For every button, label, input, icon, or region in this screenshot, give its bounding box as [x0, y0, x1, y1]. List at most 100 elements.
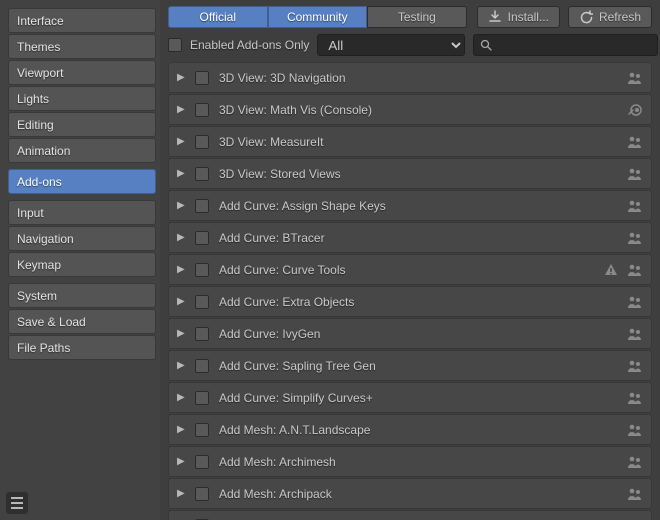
disclosure-triangle-icon[interactable]: ▶ [177, 136, 189, 147]
sidebar-item-save-load[interactable]: Save & Load [8, 309, 156, 334]
community-icon [627, 326, 643, 342]
addon-label: Add Mesh: A.N.T.Landscape [219, 423, 627, 437]
addon-enable-checkbox[interactable] [195, 487, 209, 501]
sidebar-item-add-ons[interactable]: Add-ons [8, 169, 156, 194]
community-icon [627, 70, 643, 86]
addon-row: ▶Add Mesh: BlenderKit Asset Library [168, 510, 652, 520]
disclosure-triangle-icon[interactable]: ▶ [177, 72, 189, 83]
addon-enable-checkbox[interactable] [195, 71, 209, 85]
addon-enable-checkbox[interactable] [195, 199, 209, 213]
addon-status-icons [627, 230, 643, 246]
addon-status-icons [603, 262, 643, 278]
support-tab-testing[interactable]: Testing [367, 6, 467, 28]
disclosure-triangle-icon[interactable]: ▶ [177, 488, 189, 499]
refresh-button[interactable]: Refresh [568, 6, 652, 28]
sidebar-item-lights[interactable]: Lights [8, 86, 156, 111]
addon-row: ▶Add Curve: BTracer [168, 222, 652, 253]
addon-enable-checkbox[interactable] [195, 231, 209, 245]
addon-enable-checkbox[interactable] [195, 263, 209, 277]
community-icon [627, 198, 643, 214]
disclosure-triangle-icon[interactable]: ▶ [177, 264, 189, 275]
disclosure-triangle-icon[interactable]: ▶ [177, 328, 189, 339]
download-icon [488, 10, 502, 24]
refresh-label: Refresh [599, 7, 641, 27]
addon-enable-checkbox[interactable] [195, 167, 209, 181]
addon-row: ▶ Add Curve: Curve Tools [168, 254, 652, 285]
sidebar-item-input[interactable]: Input [8, 200, 156, 225]
support-tab-community[interactable]: Community [268, 6, 368, 28]
community-icon [627, 422, 643, 438]
preferences-sidebar: InterfaceThemesViewportLightsEditingAnim… [0, 0, 160, 520]
addon-row: ▶ 3D View: MeasureIt [168, 126, 652, 157]
addon-row: ▶ Add Mesh: Archipack [168, 478, 652, 509]
community-icon [627, 262, 643, 278]
disclosure-triangle-icon[interactable]: ▶ [177, 456, 189, 467]
addon-enable-checkbox[interactable] [195, 135, 209, 149]
addon-status-icons [627, 358, 643, 374]
addon-label: 3D View: MeasureIt [219, 135, 627, 149]
sidebar-item-interface[interactable]: Interface [8, 8, 156, 33]
addon-label: Add Curve: Sapling Tree Gen [219, 359, 627, 373]
disclosure-triangle-icon[interactable]: ▶ [177, 168, 189, 179]
warning-icon [603, 262, 619, 278]
addon-row: ▶3D View: Stored Views [168, 158, 652, 189]
sidebar-item-editing[interactable]: Editing [8, 112, 156, 137]
addon-enable-checkbox[interactable] [195, 423, 209, 437]
community-icon [627, 486, 643, 502]
addon-label: Add Curve: Curve Tools [219, 263, 603, 277]
category-select[interactable]: All [317, 34, 465, 56]
addon-label: Add Mesh: Archipack [219, 487, 627, 501]
addon-status-icons [627, 422, 643, 438]
sidebar-item-themes[interactable]: Themes [8, 34, 156, 59]
addon-label: Add Curve: Assign Shape Keys [219, 199, 627, 213]
addon-status-icons [627, 166, 643, 182]
addon-enable-checkbox[interactable] [195, 103, 209, 117]
enabled-only-checkbox[interactable] [168, 38, 182, 52]
sidebar-item-file-paths[interactable]: File Paths [8, 335, 156, 360]
addon-status-icons [627, 294, 643, 310]
addon-row: ▶3D View: Math Vis (Console) [168, 94, 652, 125]
disclosure-triangle-icon[interactable]: ▶ [177, 392, 189, 403]
community-icon [627, 390, 643, 406]
disclosure-triangle-icon[interactable]: ▶ [177, 360, 189, 371]
sidebar-item-viewport[interactable]: Viewport [8, 60, 156, 85]
addon-status-icons [627, 70, 643, 86]
addons-filter-row: Enabled Add-ons Only All [160, 32, 660, 62]
blender-icon [627, 102, 643, 118]
disclosure-triangle-icon[interactable]: ▶ [177, 104, 189, 115]
hamburger-menu-button[interactable] [6, 492, 28, 514]
sidebar-item-keymap[interactable]: Keymap [8, 252, 156, 277]
addon-status-icons [627, 486, 643, 502]
community-icon [627, 134, 643, 150]
addon-enable-checkbox[interactable] [195, 295, 209, 309]
sidebar-item-system[interactable]: System [8, 283, 156, 308]
addons-list: ▶3D View: 3D Navigation▶3D View: Math Vi… [160, 62, 660, 520]
addon-row: ▶ Add Curve: Simplify Curves+ [168, 382, 652, 413]
install-button[interactable]: Install... [477, 6, 560, 28]
sidebar-item-animation[interactable]: Animation [8, 138, 156, 163]
community-icon [627, 358, 643, 374]
community-icon [627, 294, 643, 310]
addon-status-icons [627, 134, 643, 150]
disclosure-triangle-icon[interactable]: ▶ [177, 200, 189, 211]
addon-label: Add Curve: Simplify Curves+ [219, 391, 627, 405]
search-box[interactable] [473, 34, 658, 56]
addon-enable-checkbox[interactable] [195, 359, 209, 373]
addon-row: ▶ Add Mesh: A.N.T.Landscape [168, 414, 652, 445]
addon-enable-checkbox[interactable] [195, 327, 209, 341]
addon-row: ▶Add Curve: Extra Objects [168, 286, 652, 317]
addon-status-icons [627, 326, 643, 342]
community-icon [627, 166, 643, 182]
addon-status-icons [627, 102, 643, 118]
addon-row: ▶Add Mesh: Archimesh [168, 446, 652, 477]
community-icon [627, 230, 643, 246]
sidebar-item-navigation[interactable]: Navigation [8, 226, 156, 251]
refresh-icon [579, 10, 593, 24]
addon-enable-checkbox[interactable] [195, 455, 209, 469]
disclosure-triangle-icon[interactable]: ▶ [177, 232, 189, 243]
addon-enable-checkbox[interactable] [195, 391, 209, 405]
disclosure-triangle-icon[interactable]: ▶ [177, 296, 189, 307]
support-tab-official[interactable]: Official [168, 6, 268, 28]
disclosure-triangle-icon[interactable]: ▶ [177, 424, 189, 435]
search-input[interactable] [496, 38, 651, 52]
